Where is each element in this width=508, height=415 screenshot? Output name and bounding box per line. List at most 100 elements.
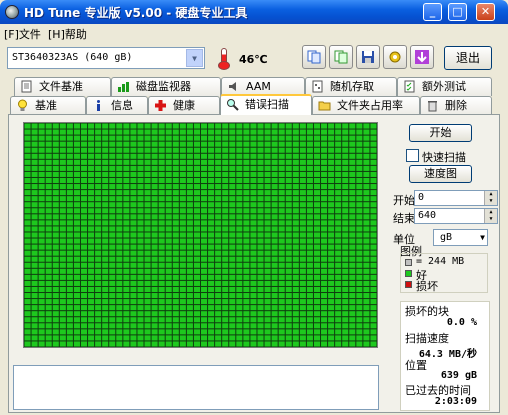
tab-info[interactable]: 信息 xyxy=(86,96,148,115)
tab-file-benchmark[interactable]: 文件基准 xyxy=(14,77,111,96)
spin-down-icon[interactable]: ▼ xyxy=(484,198,497,205)
scan-block xyxy=(38,177,45,184)
quick-scan-checkbox[interactable] xyxy=(406,149,419,162)
scan-block xyxy=(123,232,130,238)
scan-block xyxy=(59,305,66,311)
scan-block xyxy=(299,299,306,305)
scan-block xyxy=(144,165,151,171)
scan-block xyxy=(356,293,363,299)
scan-block xyxy=(52,184,59,190)
options-button[interactable] xyxy=(383,45,407,69)
start-position-input[interactable]: 0 ▲ ▼ xyxy=(414,190,498,206)
title-bar[interactable]: HD Tune 专业版 v5.00 - 硬盘专业工具 _ □ ✕ xyxy=(0,0,508,24)
scan-block xyxy=(158,323,165,329)
tab-erase[interactable]: 删除 xyxy=(420,96,492,115)
chevron-down-icon[interactable]: ▼ xyxy=(480,230,485,245)
scan-block xyxy=(222,317,229,323)
scan-block xyxy=(306,238,313,244)
copy-screenshot-button[interactable] xyxy=(329,45,353,69)
end-position-input[interactable]: 640 ▲ ▼ xyxy=(414,208,498,224)
scan-block xyxy=(80,311,88,317)
scan-block xyxy=(370,317,377,323)
start-button[interactable]: 开始 xyxy=(409,124,472,142)
tab-health[interactable]: 健康 xyxy=(148,96,220,115)
close-button[interactable]: ✕ xyxy=(476,3,495,21)
menu-file[interactable]: [F]文件 xyxy=(4,26,41,42)
scan-block xyxy=(130,129,137,135)
scan-block xyxy=(257,250,264,256)
scan-block xyxy=(73,190,80,196)
scan-block xyxy=(229,293,236,299)
scan-block xyxy=(151,274,158,280)
scan-block xyxy=(88,286,95,293)
app-disk-icon xyxy=(5,5,19,19)
speed-map-button[interactable]: 速度图 xyxy=(409,165,472,183)
tab-error-scan[interactable]: 错误扫描 xyxy=(220,94,312,115)
scan-block xyxy=(45,317,52,323)
unit-select[interactable]: gB ▼ xyxy=(433,229,488,246)
scan-block xyxy=(88,329,95,335)
scan-block xyxy=(193,202,200,208)
scan-block xyxy=(370,123,377,129)
scan-block xyxy=(271,280,278,286)
scan-block xyxy=(186,286,193,293)
scan-block xyxy=(229,323,236,329)
scan-block xyxy=(144,135,151,141)
scan-block xyxy=(299,226,306,232)
scan-block xyxy=(88,123,95,129)
menu-help[interactable]: [H]帮助 xyxy=(48,26,87,42)
scan-block xyxy=(151,317,158,323)
scan-block xyxy=(66,305,73,311)
scan-block xyxy=(201,286,208,293)
drive-select[interactable]: ST3640323AS (640 gB) ▼ xyxy=(7,47,205,69)
scan-block xyxy=(24,238,31,244)
scan-block xyxy=(179,232,186,238)
scan-block xyxy=(201,141,208,147)
scan-block xyxy=(370,244,377,250)
spin-up-icon[interactable]: ▲ xyxy=(484,209,497,216)
download-button[interactable] xyxy=(410,45,434,69)
minimize-button[interactable]: _ xyxy=(423,3,442,21)
scan-block xyxy=(66,250,73,256)
scan-block xyxy=(45,305,52,311)
spin-up-icon[interactable]: ▲ xyxy=(484,191,497,198)
scan-block xyxy=(88,293,95,299)
maximize-button[interactable]: □ xyxy=(448,3,467,21)
scan-block xyxy=(52,153,59,159)
scan-block xyxy=(271,268,278,274)
scan-block xyxy=(137,293,144,299)
scan-block xyxy=(144,202,151,208)
scan-block xyxy=(313,232,321,238)
scan-block xyxy=(88,232,95,238)
scan-block xyxy=(45,141,52,147)
save-button[interactable] xyxy=(356,45,380,69)
scan-block xyxy=(292,184,299,190)
scan-block xyxy=(285,135,292,141)
tab-extra-tests[interactable]: 额外测试 xyxy=(397,77,492,96)
copy-text-button[interactable] xyxy=(302,45,326,69)
scan-block xyxy=(137,159,144,165)
scan-block xyxy=(313,214,321,220)
tab-benchmark[interactable]: 基准 xyxy=(10,96,86,115)
scan-block xyxy=(201,226,208,232)
scan-block xyxy=(137,323,144,329)
scan-block xyxy=(264,244,271,250)
scan-block xyxy=(356,123,363,129)
spin-down-icon[interactable]: ▼ xyxy=(484,216,497,223)
scan-block xyxy=(66,268,73,274)
tab-disk-monitor[interactable]: 磁盘监视器 xyxy=(111,77,221,96)
scan-block xyxy=(137,190,144,196)
scan-block xyxy=(66,317,73,323)
scan-block xyxy=(95,256,102,262)
scan-block xyxy=(208,196,215,202)
scan-block xyxy=(271,250,278,256)
scan-log-box[interactable] xyxy=(13,365,379,410)
tab-random-access[interactable]: 随机存取 xyxy=(305,77,397,96)
scan-block xyxy=(306,153,313,159)
scan-block xyxy=(356,226,363,232)
scan-block xyxy=(179,196,186,202)
chevron-down-icon[interactable]: ▼ xyxy=(186,49,203,67)
exit-button[interactable]: 退出 xyxy=(444,46,492,70)
tab-folder-usage[interactable]: 文件夹占用率 xyxy=(312,96,420,115)
scan-block xyxy=(158,256,165,262)
